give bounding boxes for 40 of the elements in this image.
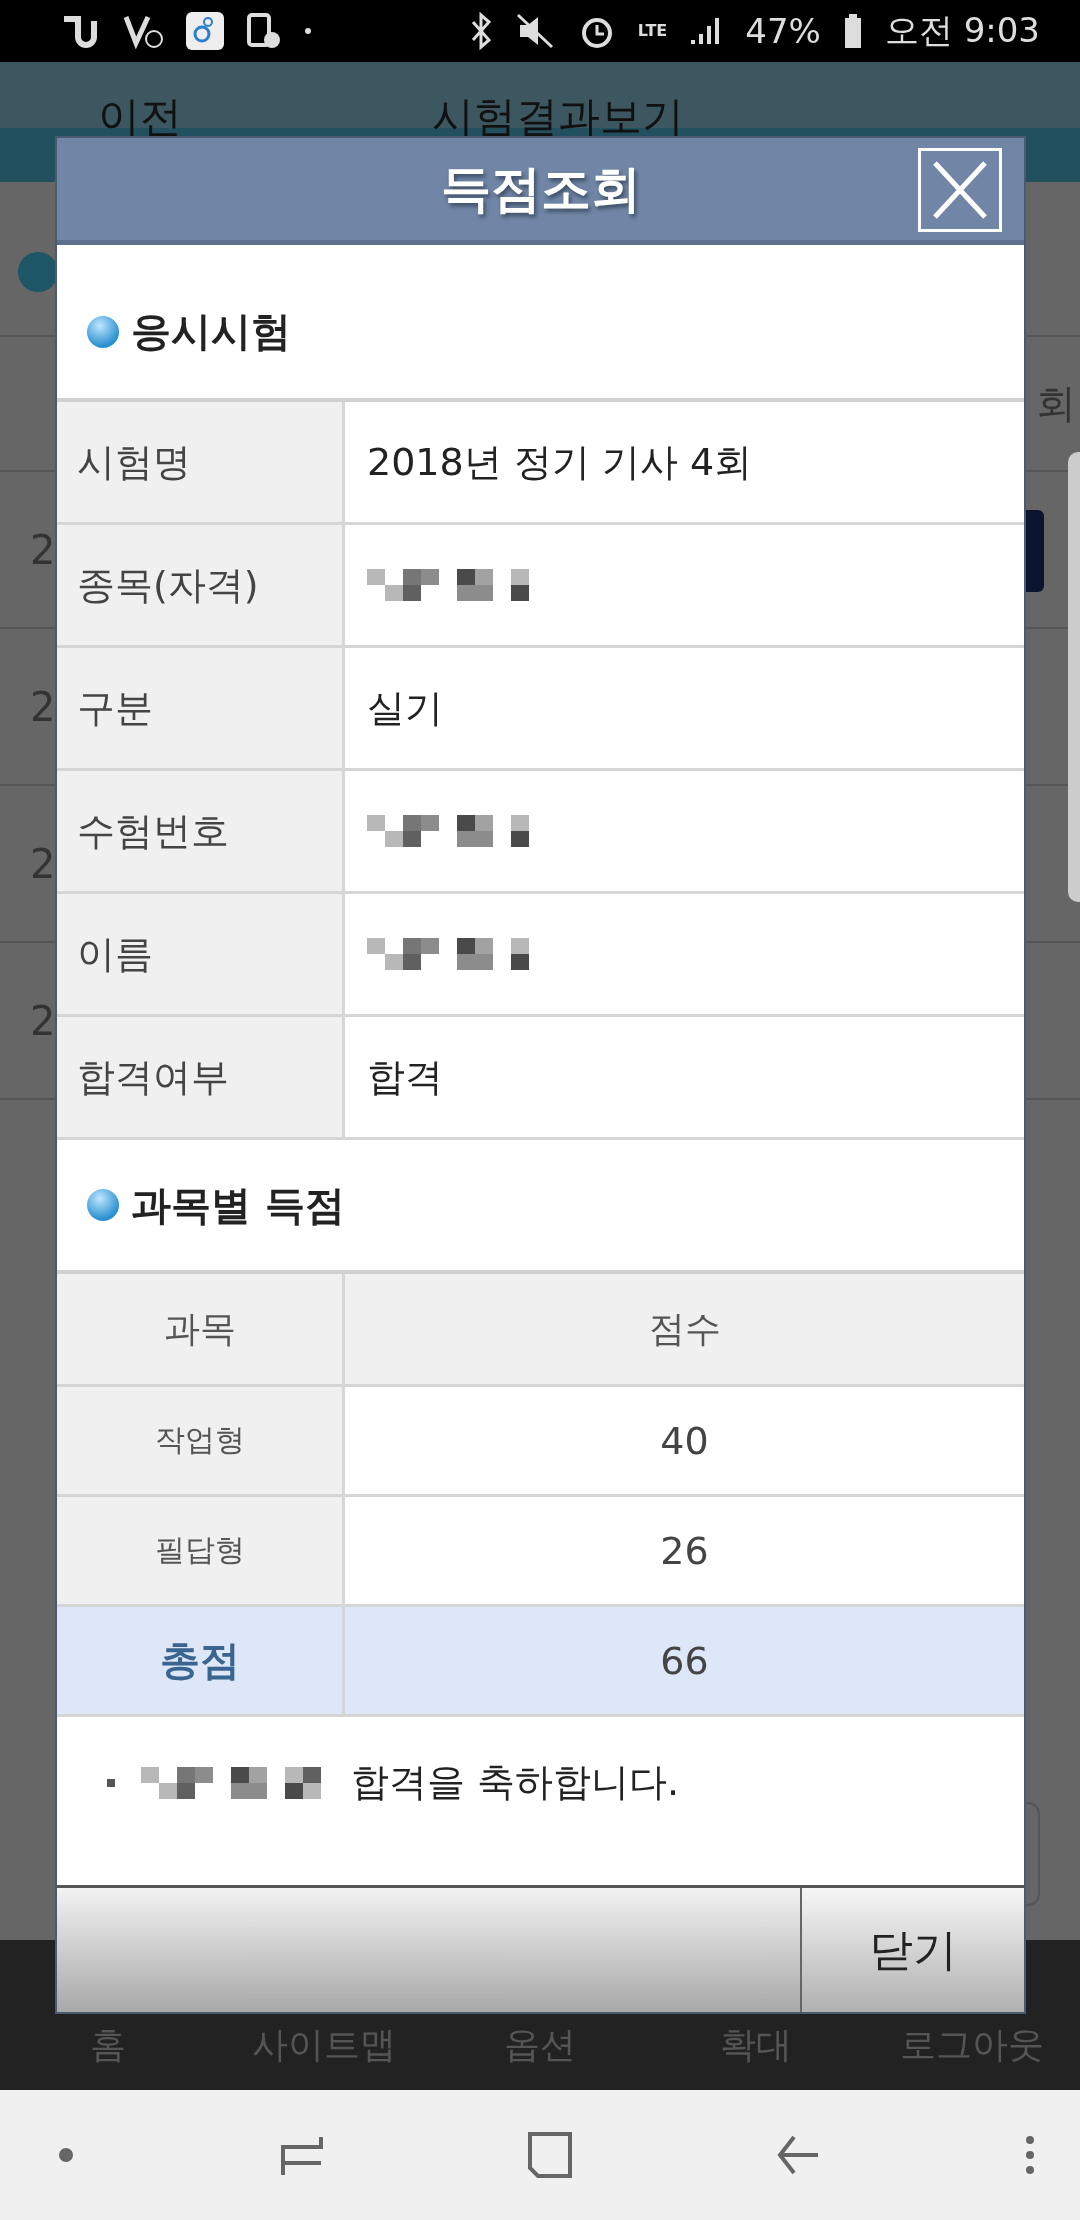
home-button[interactable] <box>527 2132 572 2178</box>
subject-cell: 작업형 <box>57 1387 345 1494</box>
back-link[interactable]: 이전 <box>98 96 182 138</box>
back-button[interactable] <box>776 2133 821 2177</box>
bullet-icon <box>87 315 119 348</box>
screen-timer-icon <box>246 12 282 50</box>
close-dialog-button[interactable]: 닫기 <box>802 1888 1024 2012</box>
field-label: 합격여부 <box>57 1017 345 1137</box>
field-label: 종목(자격) <box>57 525 345 645</box>
congratulation-message: 합격을 축하합니다. <box>351 1759 680 1806</box>
mute-icon <box>515 13 556 49</box>
column-header: 점수 <box>647 1306 722 1351</box>
field-label: 구분 <box>57 648 345 768</box>
bullet-icon <box>87 1189 119 1221</box>
field-label: 수험번호 <box>57 771 345 891</box>
section-title: 응시시험 <box>131 307 291 356</box>
close-button[interactable] <box>918 148 1002 232</box>
radio-icon <box>18 252 58 292</box>
score-cell-text: 40 <box>659 1417 710 1465</box>
section-title: 과목별 득점 <box>131 1180 345 1230</box>
network-type: LTE <box>637 23 668 39</box>
subject-cell: 필답형 <box>57 1497 345 1604</box>
bluetooth-icon <box>469 12 494 50</box>
field-value: 2018년 정기 기사 4회 <box>367 438 753 486</box>
field-value: 실기 <box>367 684 443 732</box>
dot-icon <box>58 2147 74 2163</box>
score-cell-text: 66 <box>659 1637 710 1685</box>
score-cell-text: 26 <box>659 1527 710 1575</box>
more-dot-icon <box>304 27 312 35</box>
clock: 오전 9:03 <box>884 9 1040 52</box>
app-logo-icon <box>186 12 224 50</box>
dialog-title: 득점조회 <box>440 158 641 220</box>
field-value: 합격 <box>367 1053 443 1101</box>
field-label: 시험명 <box>57 402 345 522</box>
battery-percent: 47% <box>745 11 821 51</box>
page-title: 시험결과보기 <box>432 96 684 138</box>
battery-icon <box>842 13 863 49</box>
bullet-icon <box>107 1778 115 1787</box>
more-options-icon[interactable] <box>1025 2135 1035 2175</box>
field-label: 이름 <box>57 894 345 1014</box>
